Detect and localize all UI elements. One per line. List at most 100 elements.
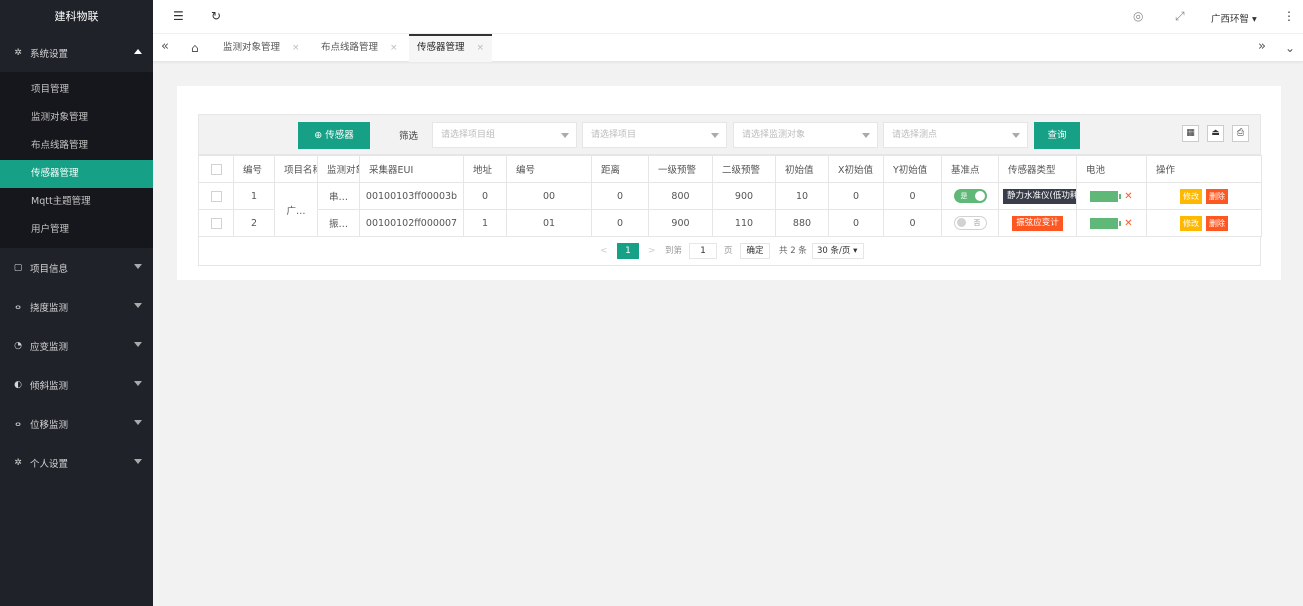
col-addr[interactable]: 地址 <box>463 155 507 183</box>
tabs-right-icon[interactable]: » <box>1250 34 1274 62</box>
select-monitor-object[interactable]: 请选择监测对象 <box>733 122 878 148</box>
goto-confirm-button[interactable]: 确定 <box>740 243 770 259</box>
select-project[interactable]: 请选择项目 <box>582 122 727 148</box>
query-button[interactable]: 查询 <box>1034 122 1080 149</box>
cell-yinit: 0 <box>883 182 942 210</box>
nav-group-4[interactable]: ⴰ 位移监测 <box>0 404 153 443</box>
nav-group-2[interactable]: ◔ 应变监测 <box>0 326 153 365</box>
col-base[interactable]: 基准点 <box>941 155 999 183</box>
nav-group-3[interactable]: ◐ 倾斜监测 <box>0 365 153 404</box>
sidebar-item-line[interactable]: 布点线路管理 <box>0 132 153 160</box>
base-point-toggle[interactable]: 是 <box>953 189 987 203</box>
row-checkbox[interactable] <box>198 209 234 237</box>
tab-monitor-object[interactable]: 监测对象管理 × <box>215 34 308 62</box>
col-yinit[interactable]: Y初始值 <box>883 155 942 183</box>
col-project[interactable]: 项目名称 <box>274 155 318 183</box>
col-eui[interactable]: 采集器EUI <box>359 155 464 183</box>
close-icon: × <box>476 43 485 53</box>
nav-system-settings[interactable]: ✲ 系统设置 <box>0 33 153 72</box>
more-menu-icon[interactable]: ⋮ <box>1283 9 1295 23</box>
chevron-down-icon <box>561 133 569 138</box>
chevron-down-icon <box>134 303 142 308</box>
caret-up-icon <box>134 49 142 54</box>
close-icon: × <box>390 43 398 53</box>
battery-mark-icon: ✕ <box>1124 190 1133 202</box>
sidebar-item-monitor-object[interactable]: 监测对象管理 <box>0 104 153 132</box>
col-code[interactable]: 编号 <box>506 155 592 183</box>
col-xinit[interactable]: X初始值 <box>828 155 884 183</box>
nav-group-1[interactable]: ⴰ 挠度监测 <box>0 287 153 326</box>
col-object[interactable]: 监测对象 <box>317 155 360 183</box>
nav-label: 系统设置 <box>30 48 69 60</box>
sidebar-item-project[interactable]: 项目管理 <box>0 76 153 104</box>
nav-group-5[interactable]: ✲ 个人设置 <box>0 443 153 482</box>
cell-eui: 00100102ff000007 <box>359 209 464 237</box>
col-no[interactable]: 编号 <box>233 155 275 183</box>
sidebar-item-user[interactable]: 用户管理 <box>0 216 153 244</box>
page-unit-label: 页 <box>724 246 733 256</box>
columns-icon[interactable]: ▦ <box>1182 125 1199 142</box>
battery-icon <box>1090 217 1122 229</box>
home-tab-icon[interactable]: ⌂ <box>183 34 207 62</box>
chevron-down-icon <box>134 342 142 347</box>
cell-init: 10 <box>775 182 829 210</box>
select-project-group[interactable]: 请选择项目组 <box>432 122 577 148</box>
cell-addr: 0 <box>463 182 507 210</box>
strain-icon: ◔ <box>14 340 22 351</box>
fullscreen-icon[interactable]: ⤢ <box>1175 9 1185 24</box>
theme-icon[interactable]: ◎ <box>1133 9 1143 23</box>
edit-button[interactable]: 修改 <box>1180 215 1202 231</box>
col-init[interactable]: 初始值 <box>775 155 829 183</box>
doc-icon: ▢ <box>13 262 23 273</box>
nav-group-0[interactable]: ▢ 项目信息 <box>0 248 153 287</box>
goto-page-input[interactable]: 1 <box>689 243 717 259</box>
edit-button[interactable]: 修改 <box>1180 188 1202 204</box>
export-icon[interactable]: ⏏ <box>1207 125 1224 142</box>
sensor-type-badge: 静力水准仪(低功耗) <box>1003 188 1076 204</box>
col-warn2[interactable]: 二级预警 <box>712 155 776 183</box>
cell-xinit: 0 <box>828 209 884 237</box>
next-page-icon[interactable]: > <box>648 243 656 259</box>
menu-collapse-icon[interactable]: ☰ <box>173 9 184 23</box>
nav-submenu: 项目管理 监测对象管理 布点线路管理 传感器管理 Mqtt主题管理 用户管理 <box>0 72 153 248</box>
col-warn1[interactable]: 一级预警 <box>648 155 713 183</box>
select-all-checkbox[interactable] <box>198 155 234 183</box>
cell-warn2: 900 <box>712 182 776 210</box>
chevron-down-icon <box>134 459 142 464</box>
cell-dist: 0 <box>591 182 649 210</box>
prev-page-icon[interactable]: < <box>600 243 608 259</box>
table-header-row: 编号 项目名称 监测对象 采集器EUI 地址 编号 距离 一级预警 二级预警 初… <box>198 155 1262 183</box>
per-page-select[interactable]: 30 条/页 ▾ <box>812 243 864 259</box>
print-icon[interactable]: ⎙ <box>1232 125 1249 142</box>
page-1-button[interactable]: 1 <box>617 243 639 259</box>
cell-init: 880 <box>775 209 829 237</box>
pagination: < 1 > 到第 1 页 确定 共 2 条 30 条/页 ▾ <box>198 236 1261 266</box>
cell-battery: ✕ <box>1076 182 1147 210</box>
tabs-left-icon[interactable]: « <box>153 34 179 62</box>
table-row[interactable]: 2 振… 00100102ff000007 1 01 0 900 110 880 0 0 否振弦应变计… <box>198 209 1262 237</box>
sensor-table: 编号 项目名称 监测对象 采集器EUI 地址 编号 距离 一级预警 二级预警 初… <box>198 155 1262 237</box>
sidebar-item-sensor[interactable]: 传感器管理 <box>0 160 153 188</box>
user-menu[interactable]: 广西环智 ▾ <box>1211 11 1257 25</box>
tab-line[interactable]: 布点线路管理 × <box>313 34 406 62</box>
table-row[interactable]: 1 广… 串… 00100103ff00003b 0 00 0 800 900 10 0 0 是静力水准… <box>198 182 1262 237</box>
top-bar: ☰ ↻ ◎ ⤢ 广西环智 ▾ ⋮ <box>153 0 1303 34</box>
tab-sensor[interactable]: 传感器管理 × <box>409 34 493 62</box>
row-checkbox[interactable] <box>198 182 234 210</box>
delete-button[interactable]: 删除 <box>1206 188 1228 204</box>
col-dist[interactable]: 距离 <box>591 155 649 183</box>
cell-addr: 1 <box>463 209 507 237</box>
table-toolbar: ⊕ 传感器 筛选 请选择项目组 请选择项目 请选择监测对象 请选择测点 查询 ▦… <box>198 114 1261 155</box>
refresh-icon[interactable]: ↻ <box>211 9 221 23</box>
cell-eui: 00100103ff00003b <box>359 182 464 210</box>
brand-logo: 建科物联 <box>0 0 153 33</box>
delete-button[interactable]: 删除 <box>1206 215 1228 231</box>
select-point[interactable]: 请选择测点 <box>883 122 1028 148</box>
base-point-toggle[interactable]: 否 <box>953 216 987 230</box>
col-actions[interactable]: 操作 <box>1146 155 1262 183</box>
tabs-more-icon[interactable]: ⌄ <box>1277 34 1303 62</box>
add-sensor-button[interactable]: ⊕ 传感器 <box>298 122 370 149</box>
col-battery[interactable]: 电池 <box>1076 155 1147 183</box>
sidebar-item-mqtt[interactable]: Mqtt主题管理 <box>0 188 153 216</box>
col-type[interactable]: 传感器类型 <box>998 155 1077 183</box>
